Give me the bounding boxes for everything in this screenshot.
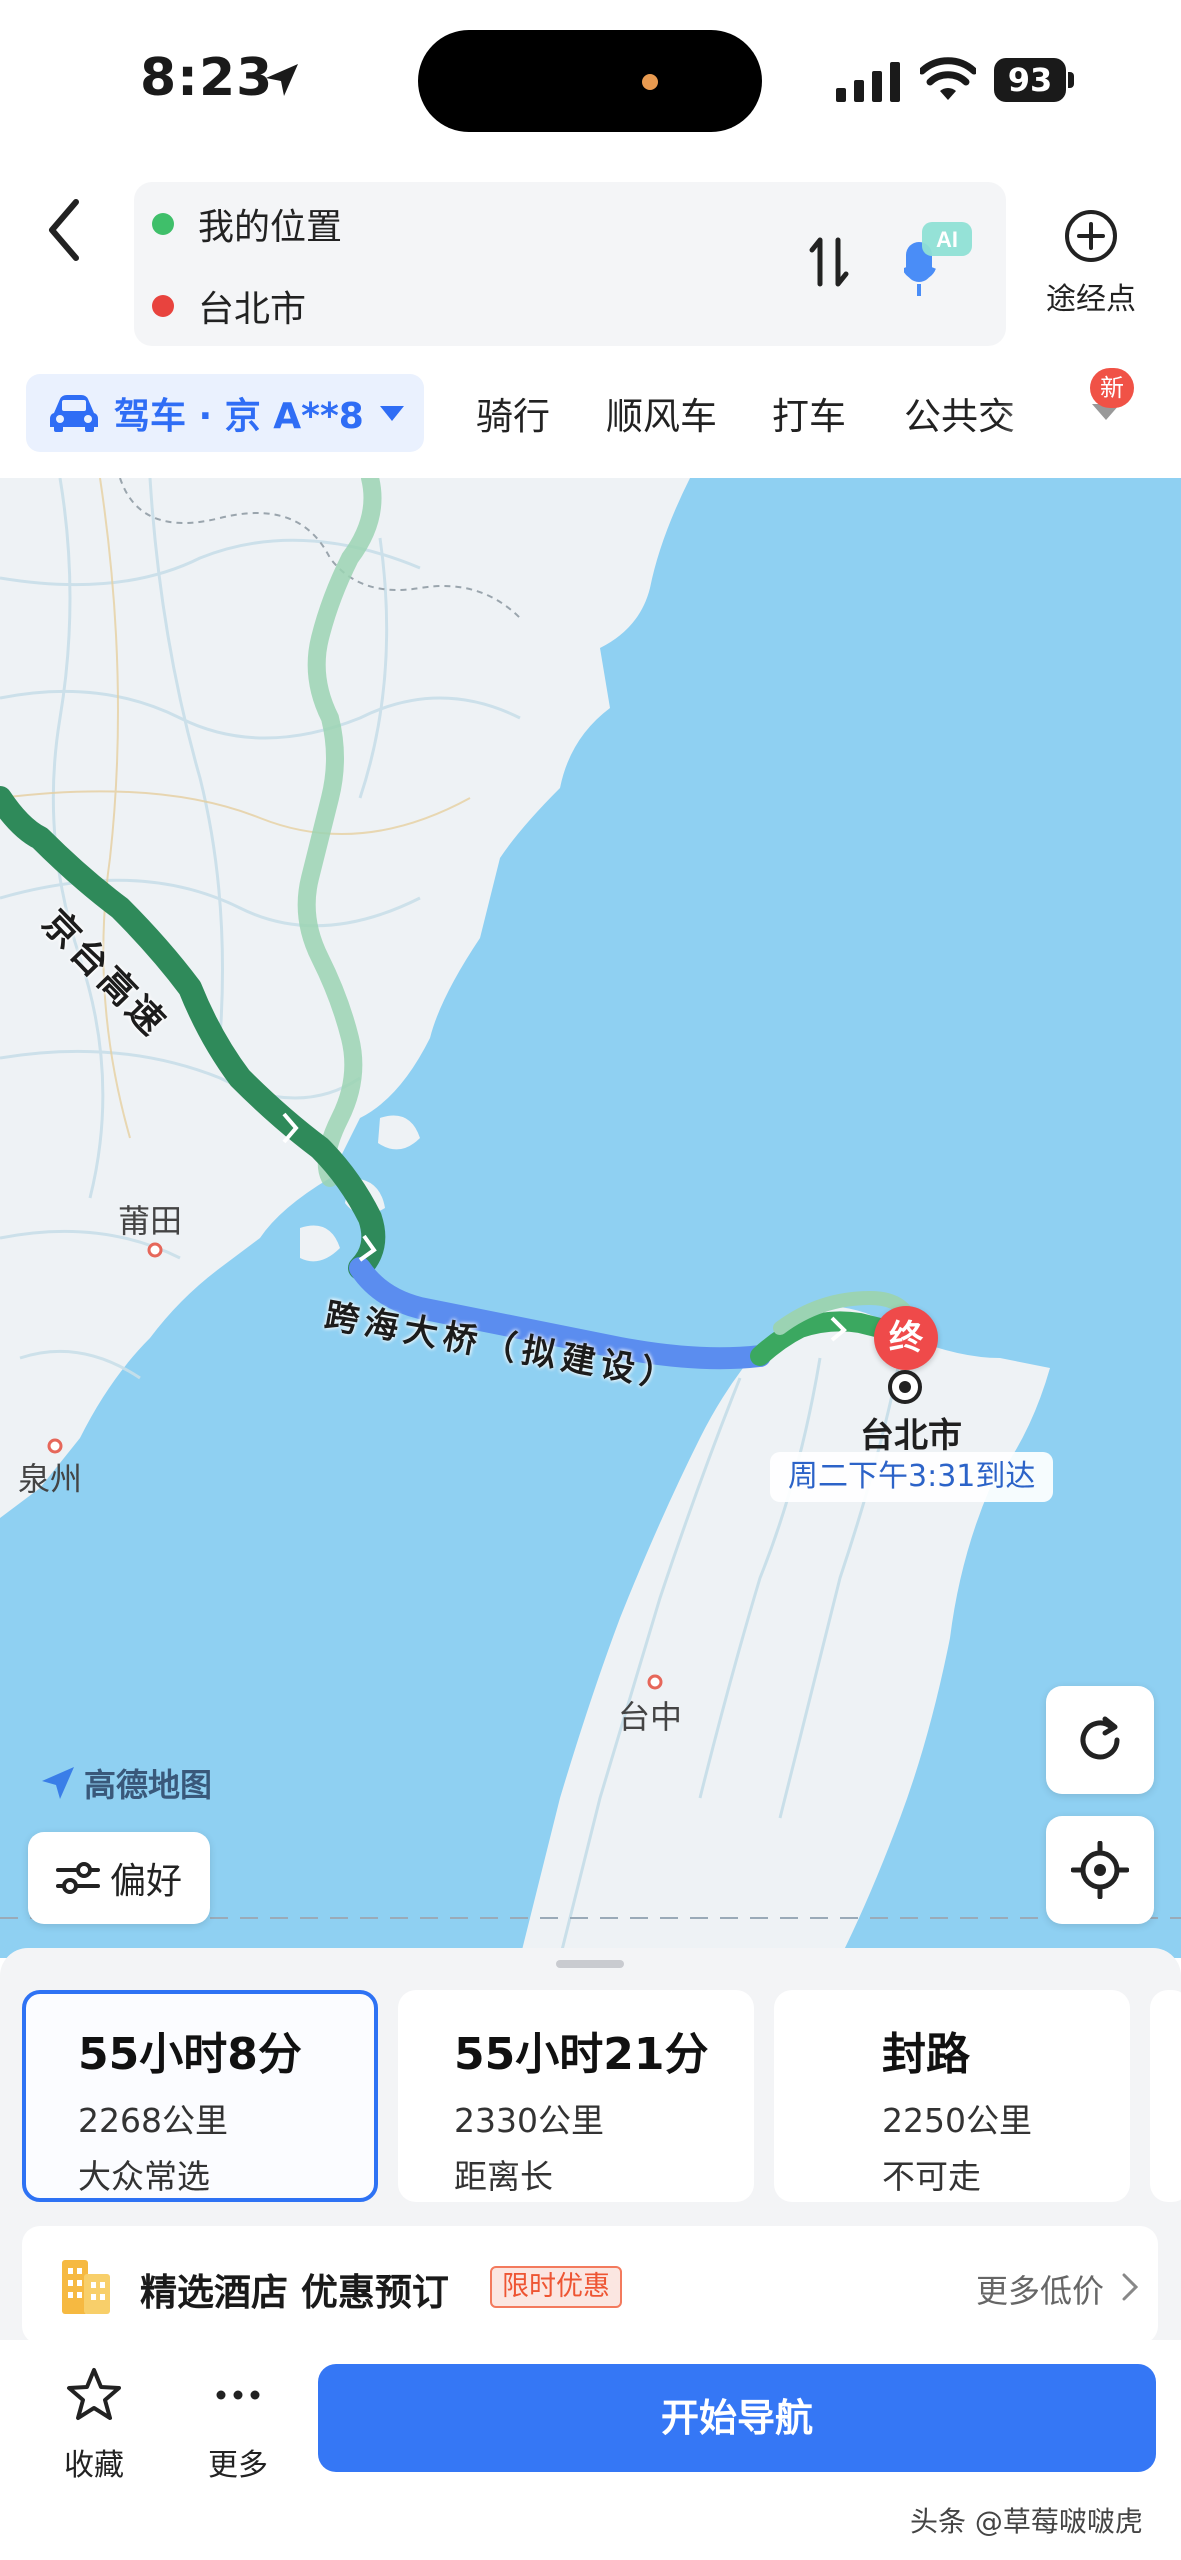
- destination-field[interactable]: 台北市: [198, 280, 306, 332]
- back-chevron-icon[interactable]: [36, 190, 96, 270]
- favorite-button[interactable]: 收藏: [44, 2366, 144, 2484]
- waypoint-label: 途经点: [1046, 282, 1136, 317]
- preference-button[interactable]: 偏好: [28, 1832, 210, 1924]
- route-option-2[interactable]: 55小时21分 2330公里 距离长: [398, 1990, 754, 2202]
- destination-dot: [152, 295, 174, 317]
- arrival-time: 周二下午3:31到达: [770, 1452, 1054, 1502]
- route-tag: 大众常选: [78, 2157, 210, 2196]
- tab-carpool[interactable]: 顺风车: [606, 386, 717, 440]
- more-button[interactable]: 更多: [188, 2366, 288, 2484]
- dynamic-island: [418, 30, 762, 132]
- route-distance: 2268公里: [78, 2101, 228, 2140]
- voice-assistant-icon[interactable]: AI: [904, 220, 976, 298]
- gaode-brand: 高德地图: [84, 1766, 213, 1804]
- gaode-logo: 高德地图: [40, 1760, 212, 1806]
- more-dots-icon: [216, 2390, 260, 2400]
- refresh-icon: [1080, 1716, 1120, 1760]
- new-badge: 新: [1090, 368, 1134, 408]
- route-distance: 2330公里: [454, 2101, 604, 2140]
- location-arrow-icon: [266, 64, 298, 96]
- route-tag: 不可走: [882, 2157, 981, 2196]
- route-option-3[interactable]: 封路 2250公里 不可走: [774, 1990, 1130, 2202]
- battery-nub: [1068, 72, 1074, 88]
- hotel-promo-banner[interactable]: 精选酒店 优惠预订 限时优惠 更多低价: [22, 2226, 1158, 2344]
- city-taizhong: 台中: [618, 1698, 683, 1736]
- start-navigation-button[interactable]: 开始导航: [318, 2364, 1156, 2472]
- chevron-right-icon: [1122, 2273, 1139, 2301]
- destination-target-icon: [888, 1370, 922, 1404]
- wifi-icon: [920, 57, 976, 100]
- route-time: 封路: [882, 2029, 970, 2080]
- route-input-box[interactable]: 我的位置 台北市: [134, 182, 1006, 346]
- tab-taxi[interactable]: 打车: [772, 386, 846, 440]
- watermark: 头条 @草莓啵啵虎: [910, 2505, 1143, 2538]
- add-waypoint-icon: [1065, 210, 1117, 262]
- swap-icon[interactable]: [806, 232, 852, 292]
- hotel-icon: [62, 2260, 110, 2314]
- city-quanzhou: 泉州: [18, 1460, 83, 1498]
- destination-marker[interactable]: 终: [874, 1306, 938, 1370]
- sheet-handle[interactable]: [556, 1960, 624, 1968]
- route-distance: 2250公里: [882, 2101, 1032, 2140]
- locate-icon: [1071, 1841, 1129, 1899]
- tab-fade: [1000, 370, 1070, 450]
- status-time: 8:23: [140, 48, 274, 108]
- add-waypoint-button[interactable]: 途经点: [1036, 208, 1146, 318]
- battery-level: 93: [994, 58, 1066, 102]
- promo-more-link[interactable]: 更多低价: [976, 2266, 1104, 2312]
- voice-ai-badge: AI: [936, 227, 958, 252]
- route-tag: 距离长: [454, 2157, 553, 2196]
- tab-public-transit[interactable]: 公共交: [904, 386, 1015, 440]
- favorite-label: 收藏: [64, 2448, 124, 2483]
- origin-dot: [152, 213, 174, 235]
- destination-row[interactable]: 台北市: [152, 278, 306, 334]
- more-label: 更多: [208, 2448, 268, 2483]
- route-option-more[interactable]: [1150, 1990, 1181, 2202]
- preference-sliders-icon: [55, 1862, 100, 1894]
- star-icon: [67, 2368, 121, 2420]
- route-option-1[interactable]: 55小时8分 2268公里 大众常选: [22, 1990, 378, 2202]
- driving-tab-label: 驾车 · 京 A**8: [114, 396, 364, 437]
- chevron-down-icon: [379, 406, 404, 421]
- origin-field[interactable]: 我的位置: [198, 198, 342, 250]
- privacy-indicator: [642, 74, 658, 90]
- tab-cycling[interactable]: 骑行: [476, 386, 550, 440]
- refresh-button[interactable]: [1046, 1686, 1154, 1794]
- promo-title: 精选酒店 优惠预订: [140, 2271, 449, 2314]
- city-putian: 莆田: [118, 1202, 183, 1240]
- city-taipei: 台北市: [860, 1416, 962, 1456]
- tab-driving[interactable]: 驾车 · 京 A**8: [26, 374, 424, 452]
- gaode-arrow-icon: [42, 1767, 74, 1799]
- cellular-signal-icon: [836, 62, 900, 102]
- route-time: 55小时8分: [78, 2029, 302, 2080]
- map-view[interactable]: 京台高速 跨海大桥（拟建设） 莆田 泉州 台中: [0, 478, 1181, 1958]
- preference-label: 偏好: [109, 1861, 182, 1902]
- promo-tag: 限时优惠: [490, 2266, 622, 2308]
- route-time: 55小时21分: [454, 2029, 709, 2080]
- origin-row[interactable]: 我的位置: [152, 196, 342, 252]
- locate-button[interactable]: [1046, 1816, 1154, 1924]
- car-icon: [50, 395, 98, 432]
